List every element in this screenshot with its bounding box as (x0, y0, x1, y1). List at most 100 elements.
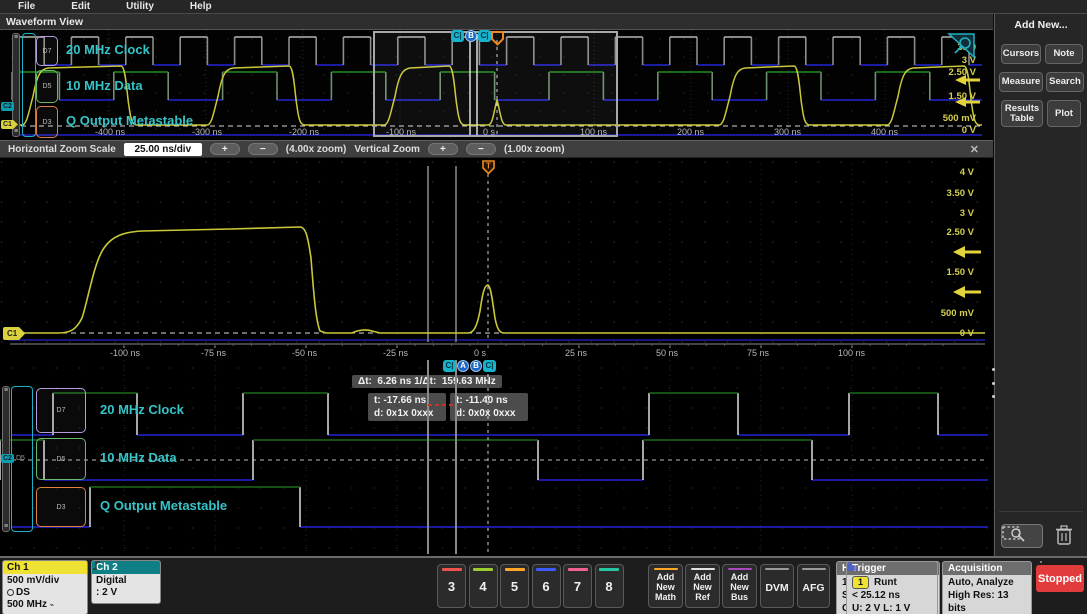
channel-color-stripe (567, 568, 588, 571)
add-color-stripe (653, 568, 678, 570)
overview-digital-handle-D5[interactable]: D5 (36, 70, 58, 103)
main-volt-label: 1.50 V (946, 267, 974, 278)
channel-button-3[interactable]: 3 (437, 564, 466, 608)
channel-button-label: 8 (605, 579, 613, 594)
vzoom-label: Vertical Zoom (354, 143, 420, 155)
ch1-badge[interactable]: Ch 1 500 mV/div DS 500 MHz ⌁ (2, 560, 88, 614)
overview-ch2-badge[interactable]: C2 (1, 102, 14, 111)
svg-text:T: T (486, 162, 491, 171)
acquisition-mode: Auto, Analyze (948, 577, 1014, 588)
trigger-position-marker[interactable] (490, 31, 505, 46)
main-volt-label: 4 V (959, 167, 974, 178)
cursor-b-handle-icon[interactable]: B (465, 30, 477, 42)
digital-handle-D7[interactable]: D7 (36, 388, 86, 433)
vzoom-minus-button[interactable]: − (465, 143, 496, 155)
cursor-b-icon[interactable]: B (470, 360, 482, 372)
main-volt-label: 3 V (959, 208, 974, 219)
channel-button-6[interactable]: 6 (531, 564, 561, 608)
sidebar-button-cursors[interactable]: Cursors (1001, 44, 1041, 64)
menu-item-file[interactable]: File (18, 1, 35, 12)
main-volt-label: 2.50 V (946, 227, 974, 238)
channel-color-stripe (441, 568, 462, 571)
menu-item-utility[interactable]: Utility (126, 1, 154, 12)
overview-digital-handle-D3[interactable]: D3 (36, 106, 58, 138)
trigger-condition: < 25.12 ns (852, 590, 901, 601)
grip-icon: ≡ (4, 387, 9, 394)
zoom-close-icon[interactable]: ✕ (970, 143, 979, 156)
vzoom-readout: (1.00x zoom) (503, 143, 565, 155)
sidebar-button-measure[interactable]: Measure (999, 72, 1043, 92)
sidebar-button-results-table[interactable]: Results Table (1001, 100, 1043, 127)
panel-resize-handle[interactable] (992, 368, 997, 398)
digital-handle-D5[interactable]: D5 (36, 438, 86, 480)
vzoom-plus-button[interactable]: + (427, 143, 458, 155)
cursor-right-bracket-icon[interactable]: C| (483, 360, 496, 372)
ch1-bandwidth: 500 MHz (7, 599, 48, 610)
afg-button[interactable]: AFG (797, 564, 830, 608)
channel-button-7[interactable]: 7 (563, 564, 592, 608)
zoomed-analog-view[interactable]: T -100 ns -75 ns -50 ns -25 ns 0 s 25 ns 50 ns 7… (0, 158, 993, 358)
main-time-tick: -50 ns (292, 348, 318, 358)
acquisition-badge[interactable]: Acquisition Auto, Analyze High Res: 13 bit… (942, 561, 1032, 614)
overview-time-tick: 300 ns (774, 127, 802, 137)
hzoom-minus-button[interactable]: − (247, 143, 278, 155)
ch2-badge-body: Digital : 2 V (92, 561, 160, 601)
menu-item-edit[interactable]: Edit (71, 1, 90, 12)
trash-icon[interactable] (1053, 524, 1075, 547)
overview-volt-label: 1.50 V (948, 91, 976, 102)
channel-button-4[interactable]: 4 (468, 564, 498, 608)
cursor-left-bracket-icon[interactable]: C| (443, 360, 456, 372)
stopped-button[interactable]: Stopped (1036, 565, 1084, 592)
hzoom-readout: (4.00x zoom) (285, 143, 347, 155)
digital-timing-view[interactable]: Δt: 6.26 ns 1/Δt: 159.63 MHz t: -17.66 n… (0, 358, 993, 556)
hzoom-scale-label: Horizontal Zoom Scale (8, 143, 116, 155)
trigger-badge[interactable]: Trigger 1 Runt < 25.12 ns U: 2 V L: 1 V (846, 561, 938, 614)
add-new-math-button[interactable]: Add New Math (648, 564, 683, 608)
acquisition-resolution: High Res: 13 bits (948, 590, 1009, 614)
dvm-button[interactable]: DVM (760, 564, 794, 608)
ch2-badge[interactable]: Ch 2 Digital : 2 V (91, 560, 161, 604)
overview-time-tick: 0 s (483, 127, 496, 137)
overview-digital-handle-D7[interactable]: D7 (36, 36, 58, 66)
grip-icon: ≡ (14, 128, 19, 135)
channel-color-stripe (504, 568, 525, 571)
channel-button-5[interactable]: 5 (500, 564, 529, 608)
main-volt-label: 500 mV (940, 308, 974, 319)
digital-handle-D3[interactable]: D3 (36, 487, 86, 527)
bottom-status-bar: Ch 1 500 mV/div DS 500 MHz ⌁ Ch 2 Digita… (0, 556, 1087, 614)
overview-cursor-badges[interactable]: C| B C| (451, 30, 491, 42)
add-new-ref-button[interactable]: Add New Ref (685, 564, 720, 608)
sidebar-button-plot[interactable]: Plot (1047, 100, 1081, 127)
overview-zoom-selection-box[interactable] (373, 31, 618, 137)
ch2-badge-title: Ch 2 (92, 561, 160, 574)
overview-time-tick: -100 ns (386, 127, 417, 137)
waveform-view-tab[interactable]: Waveform View (6, 16, 83, 28)
channel-button-8[interactable]: 8 (594, 564, 624, 608)
cursor-a-icon[interactable]: A (457, 360, 469, 372)
trigger-type: Runt (874, 577, 897, 588)
add-new-bus-button[interactable]: Add New Bus (722, 564, 757, 608)
hzoom-plus-button[interactable]: + (209, 143, 240, 155)
bandwidth-limit-icon: ⌁ (49, 602, 55, 609)
overview-time-tick: -300 ns (192, 127, 223, 137)
main-time-tick: 0 s (474, 348, 487, 358)
overview-volt-label: 2.50 V (948, 67, 976, 78)
digital-ch2-badge[interactable]: C2 (1, 454, 14, 463)
sidebar-button-note[interactable]: Note (1045, 44, 1083, 64)
channel-color-stripe (536, 568, 556, 571)
ch1-scale: 500 mV/div (7, 575, 60, 586)
overview-time-tick: 400 ns (871, 127, 899, 137)
threshold-edge-icon (93, 561, 100, 570)
main-trigger-marker[interactable]: T (481, 160, 496, 175)
menu-item-help[interactable]: Help (190, 1, 212, 12)
zoom-select-button[interactable] (1001, 524, 1043, 548)
add-button-label: Add New Ref (693, 572, 712, 602)
main-volt-label: 3.50 V (946, 188, 974, 199)
waveform-overview-panel[interactable]: ≡ ≡ D7 20 MHz Clock D5 10 MHz Data D3 Q Output … (0, 30, 993, 140)
cursor-a-handle-icon[interactable]: C| (451, 30, 464, 42)
trigger-levels: U: 2 V L: 1 V (852, 603, 911, 614)
hzoom-scale-value[interactable]: 25.00 ns/div (123, 142, 202, 156)
digital-cursor-badges[interactable]: C| A B C| (443, 360, 496, 372)
sidebar-button-search[interactable]: Search (1046, 72, 1084, 92)
acquisition-badge-title: Acquisition (943, 562, 1031, 575)
